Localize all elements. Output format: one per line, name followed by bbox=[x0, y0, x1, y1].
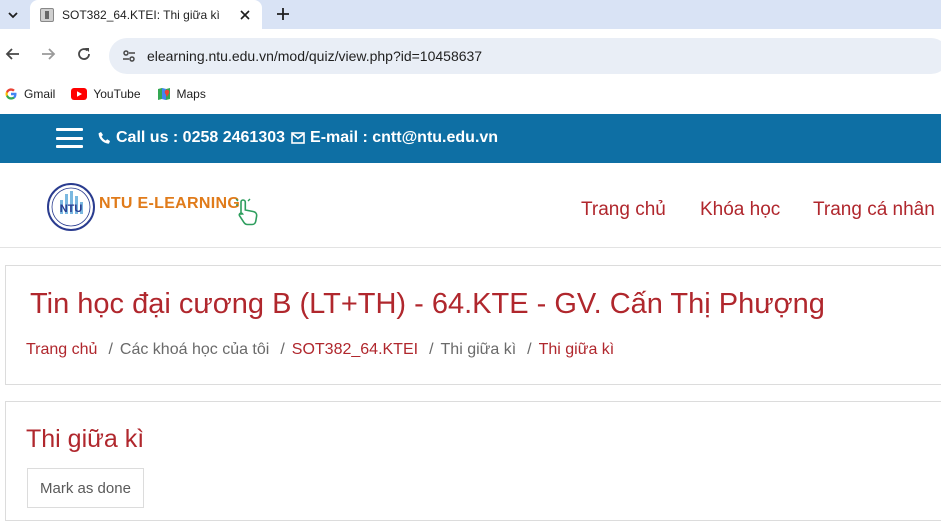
reload-button[interactable] bbox=[72, 42, 96, 66]
hamburger-line bbox=[56, 136, 83, 140]
breadcrumb-my-courses: Các khoá học của tôi bbox=[119, 341, 270, 358]
breadcrumb-course[interactable]: SOT382_64.KTEI bbox=[292, 341, 418, 359]
youtube-icon bbox=[71, 87, 88, 100]
course-header-card: Tin học đại cương B (LT+TH) - 64.KTE - G… bbox=[5, 265, 941, 385]
back-button[interactable] bbox=[1, 42, 25, 66]
browser-toolbar: elearning.ntu.edu.vn/mod/quiz/view.php?i… bbox=[0, 29, 941, 78]
contact-info: Call us : 0258 2461303 E-mail : cntt@ntu… bbox=[98, 129, 498, 147]
logo-text: NTU E-LEARNING bbox=[99, 195, 241, 212]
arrow-right-icon bbox=[42, 48, 56, 60]
tune-icon bbox=[123, 50, 135, 62]
breadcrumb-separator: / bbox=[108, 341, 113, 358]
tab-strip: SOT382_64.KTEI: Thi giữa kì bbox=[0, 0, 941, 29]
tab-close-button[interactable] bbox=[236, 6, 254, 24]
call-us-text: Call us : 0258 2461303 bbox=[116, 129, 286, 146]
arrow-left-icon bbox=[5, 48, 19, 60]
pointer-hand-icon bbox=[236, 198, 258, 226]
bookmark-label: YouTube bbox=[93, 86, 141, 101]
browser-tab-active[interactable]: SOT382_64.KTEI: Thi giữa kì bbox=[30, 0, 262, 29]
svg-text:NTU: NTU bbox=[60, 203, 83, 215]
bookmark-gmail[interactable]: Gmail bbox=[4, 87, 55, 101]
email-text: E-mail : cntt@ntu.edu.vn bbox=[310, 129, 499, 146]
url-text: elearning.ntu.edu.vn/mod/quiz/view.php?i… bbox=[147, 48, 483, 64]
course-title: Tin học đại cương B (LT+TH) - 64.KTE - G… bbox=[30, 288, 825, 320]
forward-button[interactable] bbox=[36, 42, 60, 66]
gmail-icon bbox=[4, 87, 18, 101]
nav-item-courses[interactable]: Khóa học bbox=[700, 199, 780, 221]
envelope-icon bbox=[291, 132, 305, 144]
activity-card: Thi giữa kì Mark as done bbox=[5, 401, 941, 521]
breadcrumb-quiz[interactable]: Thi giữa kì bbox=[539, 341, 615, 359]
bookmark-label: Gmail bbox=[24, 86, 56, 101]
hamburger-line bbox=[56, 145, 83, 148]
breadcrumb: Trang chủ / Các khoá học của tôi / SOT38… bbox=[26, 341, 614, 359]
maps-icon bbox=[157, 87, 171, 101]
bookmark-maps[interactable]: Maps bbox=[157, 87, 206, 101]
main-navbar: NTU NTU E-LEARNING Trang chủ Khóa học Tr… bbox=[0, 163, 941, 248]
quiz-title: Thi giữa kì bbox=[26, 425, 145, 453]
tab-search-button[interactable] bbox=[0, 0, 26, 29]
nav-item-home[interactable]: Trang chủ bbox=[581, 199, 666, 221]
mark-as-done-button[interactable]: Mark as done bbox=[27, 468, 144, 508]
bookmark-label: Maps bbox=[176, 86, 206, 101]
site-info-button[interactable] bbox=[119, 46, 139, 66]
breadcrumb-separator: / bbox=[527, 341, 532, 358]
chevron-down-icon bbox=[8, 11, 18, 18]
site-logo[interactable]: NTU NTU E-LEARNING bbox=[46, 182, 262, 232]
hamburger-line bbox=[56, 128, 83, 131]
close-icon bbox=[240, 9, 250, 20]
plus-icon bbox=[277, 8, 289, 20]
contact-topbar: Call us : 0258 2461303 E-mail : cntt@ntu… bbox=[0, 114, 941, 163]
tab-title: SOT382_64.KTEI: Thi giữa kì bbox=[62, 7, 220, 22]
menu-toggle-button[interactable] bbox=[56, 128, 83, 148]
ntu-seal-icon: NTU bbox=[47, 183, 95, 231]
favicon-icon bbox=[40, 7, 54, 22]
bookmarks-bar: Gmail YouTube Maps bbox=[0, 78, 941, 109]
nav-item-profile[interactable]: Trang cá nhân bbox=[813, 199, 935, 221]
address-bar[interactable]: elearning.ntu.edu.vn/mod/quiz/view.php?i… bbox=[109, 38, 941, 74]
new-tab-button[interactable] bbox=[272, 3, 294, 25]
breadcrumb-section: Thi giữa kì bbox=[440, 341, 517, 358]
web-page: Call us : 0258 2461303 E-mail : cntt@ntu… bbox=[0, 114, 941, 521]
breadcrumb-separator: / bbox=[280, 341, 285, 358]
bookmark-youtube[interactable]: YouTube bbox=[71, 86, 141, 101]
breadcrumb-separator: / bbox=[429, 341, 434, 358]
phone-icon bbox=[98, 131, 111, 145]
breadcrumb-home[interactable]: Trang chủ bbox=[26, 341, 97, 359]
reload-icon bbox=[78, 48, 90, 60]
